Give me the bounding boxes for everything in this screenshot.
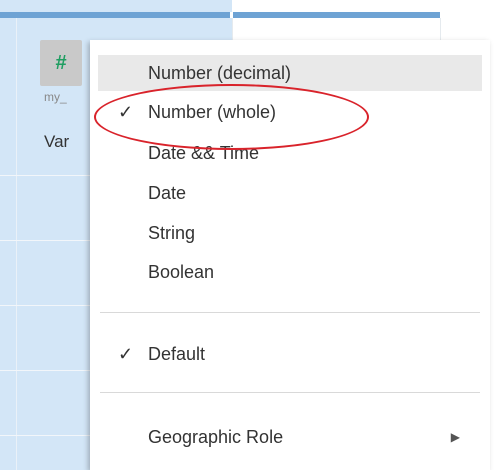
grid-line xyxy=(16,18,17,470)
menu-item-label: Date && Time xyxy=(148,142,260,163)
menu-item-label: String xyxy=(148,222,196,243)
grid-line xyxy=(0,370,90,371)
field-name-label: Var xyxy=(44,132,70,151)
menu-item-label: Default xyxy=(148,343,206,364)
data-type-context-menu: Number (decimal) ✓ Number (whole) Date &… xyxy=(90,40,490,470)
hash-icon: # xyxy=(55,51,67,74)
menu-item-label: Number (whole) xyxy=(148,101,277,122)
number-type-icon[interactable]: # xyxy=(40,40,82,86)
menu-divider xyxy=(100,312,480,313)
field-source-label: my_ xyxy=(44,90,67,104)
menu-item-boolean[interactable]: Boolean xyxy=(90,254,482,290)
menu-divider xyxy=(100,392,480,393)
menu-item-default[interactable]: ✓ Default xyxy=(90,336,482,372)
menu-item-string[interactable]: String xyxy=(90,215,482,251)
menu-item-number-whole[interactable]: ✓ Number (whole) xyxy=(90,94,482,130)
grid-line xyxy=(0,305,90,306)
menu-item-geographic-role[interactable]: Geographic Role ▶ xyxy=(90,419,482,455)
menu-item-label: Boolean xyxy=(148,261,215,282)
submenu-arrow-icon: ▶ xyxy=(450,430,460,444)
menu-item-date[interactable]: Date xyxy=(90,175,482,211)
grid-line xyxy=(0,240,90,241)
grid-line xyxy=(0,435,90,436)
menu-item-date-time[interactable]: Date && Time xyxy=(90,135,482,171)
menu-item-label: Number (decimal) xyxy=(148,62,292,83)
menu-item-label: Date xyxy=(148,182,187,203)
grid-line xyxy=(0,175,90,176)
menu-item-number-decimal[interactable]: Number (decimal) xyxy=(98,55,482,91)
checkmark-icon: ✓ xyxy=(118,343,134,364)
menu-item-label: Geographic Role xyxy=(148,426,284,447)
column-header-strip xyxy=(0,12,440,18)
checkmark-icon: ✓ xyxy=(118,101,134,122)
